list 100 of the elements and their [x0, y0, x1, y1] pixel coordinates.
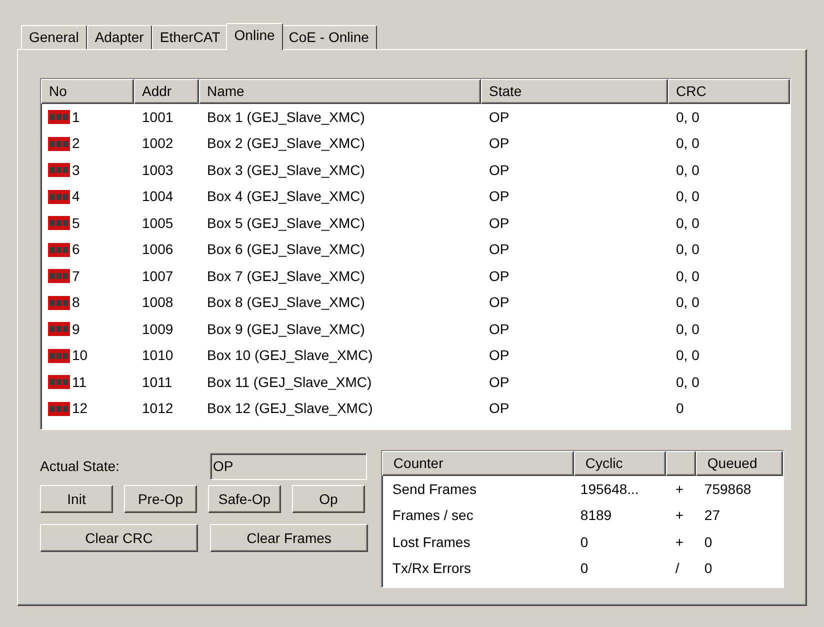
table-cell: Box 7 (GEJ_Slave_XMC): [207, 268, 365, 284]
table-cell: 0: [580, 560, 588, 576]
table-cell: +: [675, 534, 684, 550]
table-cell: 1008: [142, 294, 174, 310]
table-cell: Box 6 (GEJ_Slave_XMC): [207, 241, 365, 258]
device-icon: [48, 242, 70, 257]
table-cell: Box 3 (GEJ_Slave_XMC): [207, 162, 365, 178]
table-cell-text: 5: [72, 214, 80, 233]
table-cell: 1011: [142, 374, 172, 390]
device-icon: [48, 110, 70, 124]
device-icon: [48, 402, 70, 416]
device-icon: [48, 190, 70, 204]
device-icon: [48, 163, 70, 178]
table-cell: 27: [704, 507, 720, 524]
table-cell: 0, 0: [676, 214, 700, 231]
table-cell: 1005: [142, 214, 174, 231]
table-cell: 195648...: [580, 480, 639, 497]
device-icon: [48, 269, 70, 284]
column-header[interactable]: [666, 451, 696, 476]
device-icon: [48, 296, 70, 310]
device-icon: [48, 348, 70, 363]
table-cell: 8189: [580, 507, 612, 524]
clear-button[interactable]: Clear CRC: [40, 524, 198, 552]
table-cell: Box 11 (GEJ_Slave_XMC): [207, 374, 372, 390]
table-cell: Lost Frames: [392, 534, 470, 550]
device-icon: [48, 375, 70, 390]
table-cell-text: 10: [72, 346, 88, 366]
table-cell: OP: [489, 268, 510, 284]
device-icon: [48, 136, 70, 151]
table-cell: 0, 0: [676, 320, 700, 337]
tab[interactable]: General: [21, 25, 87, 49]
table-cell: 0: [580, 534, 588, 550]
column-header[interactable]: Queued: [696, 451, 783, 476]
column-header[interactable]: Name: [199, 79, 481, 104]
table-cell: 0, 0: [676, 268, 700, 284]
table-cell: 1002: [142, 135, 174, 152]
column-header[interactable]: Addr: [134, 79, 199, 104]
table-cell: OP: [489, 320, 510, 337]
table-cell-text: 9: [72, 320, 80, 339]
table-cell: 0, 0: [676, 108, 700, 125]
clear-button[interactable]: Clear Frames: [210, 524, 368, 552]
table-cell-text: 1: [72, 108, 80, 127]
table-cell: 759868: [704, 480, 752, 497]
table-cell: OP: [489, 108, 510, 125]
state-button[interactable]: Safe-Op: [208, 485, 281, 513]
tab[interactable]: CoE - Online: [280, 25, 377, 49]
table-cell: Tx/Rx Errors: [392, 560, 471, 576]
table-cell: Box 2 (GEJ_Slave_XMC): [207, 135, 365, 152]
device-icon: [48, 322, 70, 336]
table-cell: Box 9 (GEJ_Slave_XMC): [207, 320, 365, 337]
tab[interactable]: Adapter: [86, 25, 152, 49]
table-cell-text: 4: [72, 187, 80, 206]
table-cell: OP: [489, 374, 510, 390]
table-cell: OP: [489, 347, 510, 364]
table-cell: OP: [489, 188, 510, 204]
tab[interactable]: EtherCAT: [152, 25, 228, 49]
table-cell: OP: [489, 162, 510, 178]
column-header[interactable]: Counter: [382, 451, 574, 476]
table-cell: /: [675, 560, 680, 576]
table-cell-text: 3: [72, 160, 80, 180]
column-header[interactable]: Cyclic: [574, 451, 666, 476]
table-cell: Send Frames: [392, 480, 476, 497]
column-header[interactable]: CRC: [668, 79, 790, 104]
table-cell: 1006: [142, 241, 174, 258]
table-cell: 0, 0: [676, 162, 700, 178]
state-button[interactable]: Init: [40, 485, 113, 513]
table-cell: 0: [704, 560, 712, 576]
table-cell: Box 1 (GEJ_Slave_XMC): [207, 108, 365, 125]
table-cell: OP: [489, 294, 510, 310]
table-cell: 0: [704, 534, 712, 550]
table-cell: 1004: [142, 188, 174, 204]
table-cell: 0, 0: [676, 135, 700, 152]
device-icon: [48, 216, 70, 230]
tab[interactable]: Online: [226, 23, 283, 50]
column-header[interactable]: State: [481, 79, 668, 104]
state-field: OP: [210, 453, 367, 480]
table-cell-text: 2: [72, 134, 80, 154]
table-cell: 1003: [142, 162, 174, 178]
table-cell: OP: [489, 214, 510, 231]
table-cell: +: [675, 480, 684, 497]
table-cell: Box 5 (GEJ_Slave_XMC): [207, 214, 365, 231]
table-cell-text: 7: [72, 266, 80, 286]
column-header[interactable]: No: [41, 79, 134, 104]
table-cell-text: 8: [72, 293, 80, 312]
table-cell-text: 11: [72, 372, 87, 392]
table-cell: 1001: [142, 108, 174, 125]
state-button[interactable]: Op: [292, 485, 365, 513]
table-cell-text: 12: [72, 399, 88, 418]
state-button[interactable]: Pre-Op: [124, 485, 197, 513]
table-cell: Box 10 (GEJ_Slave_XMC): [207, 347, 373, 364]
table-cell: 1010: [142, 347, 174, 364]
table-cell: 0, 0: [676, 347, 700, 364]
table-cell: 0, 0: [676, 294, 700, 310]
table-cell: 0, 0: [676, 188, 700, 204]
table-cell: Box 8 (GEJ_Slave_XMC): [207, 294, 365, 310]
table-cell: OP: [489, 241, 510, 258]
table-cell: Frames / sec: [392, 507, 474, 524]
table-cell: 0, 0: [676, 241, 700, 258]
table-cell: 1012: [142, 400, 174, 416]
table-cell: Box 12 (GEJ_Slave_XMC): [207, 400, 373, 416]
